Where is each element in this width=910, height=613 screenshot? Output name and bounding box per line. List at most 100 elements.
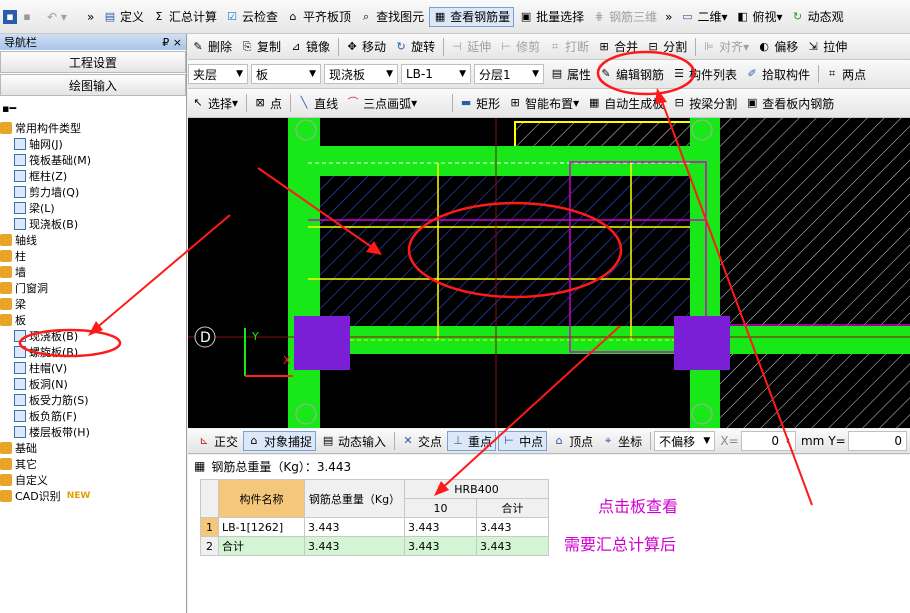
tree-folder[interactable]: 其它	[0, 456, 186, 472]
line-button[interactable]: ╲ 直线	[294, 93, 341, 113]
top-view-button[interactable]: ◧ 俯视 ▾	[733, 7, 786, 27]
rebar-3d-button[interactable]: ⋕ 钢筋三维	[589, 7, 660, 27]
edit-rebar-button[interactable]: ✎ 编辑钢筋	[596, 64, 667, 84]
undo-button[interactable]: ↶ ▾	[44, 7, 82, 27]
table-row[interactable]: 1 LB-1[1262] 3.443 3.443 3.443	[200, 517, 549, 537]
view-2d-button[interactable]: ▭ 二维 ▾	[677, 7, 730, 27]
break-button[interactable]: ⌗ 打断	[545, 37, 592, 57]
spinner-icon[interactable]: ⇕	[785, 437, 791, 445]
trim-button[interactable]: ⊢ 修剪	[496, 37, 543, 57]
flush-top-button[interactable]: ⌂ 平齐板顶	[283, 7, 354, 27]
column-right[interactable]	[674, 316, 730, 370]
tree-item[interactable]: 筏板基础(M)	[0, 152, 186, 168]
cloud-check-button[interactable]: ☑ 云检查	[222, 7, 281, 27]
coordinate-snap-button[interactable]: ⌖ 坐标	[598, 431, 645, 451]
drawing-canvas[interactable]: D Y X	[188, 118, 910, 428]
tree-item[interactable]: 剪力墙(Q)	[0, 184, 186, 200]
tree-item[interactable]: 现浇板(B)	[0, 328, 186, 344]
col-sum-header[interactable]: 合计	[476, 498, 549, 518]
category-select[interactable]: 板 ▼	[251, 64, 321, 84]
save-icon[interactable]: ▪ ▪	[0, 7, 42, 27]
tree-item[interactable]: 梁(L)	[0, 200, 186, 216]
tree-item[interactable]: 现浇板(B)	[0, 216, 186, 232]
vertex-snap-button[interactable]: ⌂ 顶点	[549, 431, 596, 451]
col-total-header[interactable]: 钢筋总重量（Kg）	[304, 479, 405, 518]
delete-button[interactable]: ✎ 删除	[188, 37, 235, 57]
tree-folder[interactable]: 自定义	[0, 472, 186, 488]
intersection-snap-button[interactable]: ✕ 交点	[398, 431, 445, 451]
type-select[interactable]: 现浇板 ▼	[324, 64, 398, 84]
find-element-button[interactable]: ⌕ 查找图元	[356, 7, 427, 27]
drawing-input-button[interactable]: 绘图输入	[0, 74, 186, 96]
align-button[interactable]: ⊫ 对齐 ▾	[699, 37, 752, 57]
tree-item[interactable]: 柱帽(V)	[0, 360, 186, 376]
define-button[interactable]: ▤ 定义	[100, 7, 147, 27]
summary-calc-button[interactable]: Σ 汇总计算	[149, 7, 220, 27]
point-button[interactable]: ⊠ 点	[250, 93, 285, 113]
tree-folder[interactable]: 基础	[0, 440, 186, 456]
tree-item[interactable]: 螺旋板(B)	[0, 344, 186, 360]
mirror-button[interactable]: ⊿ 镜像	[286, 37, 333, 57]
smart-layout-button[interactable]: ⊞ 智能布置 ▾	[505, 93, 582, 113]
ortho-button[interactable]: ⊾ 正交	[194, 431, 241, 451]
project-settings-button[interactable]: 工程设置	[0, 51, 186, 73]
properties-button[interactable]: ▤ 属性	[547, 64, 594, 84]
tree-item[interactable]: 楼层板带(H)	[0, 424, 186, 440]
view-rebar-button[interactable]: ▦ 查看钢筋量	[429, 6, 515, 27]
rectangle-button[interactable]: ▬ 矩形	[456, 93, 503, 113]
tree-item[interactable]: 板受力筋(S)	[0, 392, 186, 408]
tree-folder[interactable]: 墙	[0, 264, 186, 280]
split-by-beam-button[interactable]: ⊟ 按梁分割	[669, 93, 740, 113]
tree-item[interactable]: 轴网(J)	[0, 136, 186, 152]
component-list-button[interactable]: ☰ 构件列表	[669, 64, 740, 84]
component-select[interactable]: LB-1 ▼	[401, 64, 471, 84]
tree-folder[interactable]: 梁	[0, 296, 186, 312]
layer-select[interactable]: 夹层 ▼	[188, 64, 248, 84]
pin-close-icon[interactable]: ₽ ×	[162, 36, 182, 49]
arc-button[interactable]: ⌒ 三点画弧 ▾	[343, 93, 420, 113]
col-name-header[interactable]: 构件名称	[218, 479, 305, 518]
dynamic-view-button[interactable]: ↻ 动态观	[788, 7, 847, 27]
col-10-header[interactable]: 10	[404, 498, 477, 518]
tree-folder[interactable]: 常用构件类型	[0, 120, 186, 136]
auto-generate-slab-button[interactable]: ▦ 自动生成板	[584, 93, 667, 113]
move-button[interactable]: ✥ 移动	[342, 37, 389, 57]
rotate-button[interactable]: ↻ 旋转	[391, 37, 438, 57]
point-icon: ⊠	[255, 96, 265, 109]
beam-top[interactable]	[288, 146, 720, 176]
view-slab-rebar-button[interactable]: ▣ 查看板内钢筋	[742, 93, 837, 113]
table-row[interactable]: 2 合计 3.443 3.443 3.443	[200, 536, 549, 556]
dynamic-input-button[interactable]: ▤ 动态输入	[318, 431, 389, 451]
tree-folder[interactable]: 门窗洞	[0, 280, 186, 296]
split-button[interactable]: ⊟ 分割	[643, 37, 690, 57]
copy-button[interactable]: ⎘ 复制	[237, 37, 284, 57]
two-point-button[interactable]: ⌗ 两点	[822, 64, 869, 84]
center-snap-button[interactable]: ⊢ 中点	[498, 431, 548, 451]
tree-folder[interactable]: 柱	[0, 248, 186, 264]
more-button[interactable]: »	[84, 7, 98, 27]
tree-label: 楼层板带(H)	[29, 426, 90, 439]
tree-folder[interactable]: CAD识别 NEW	[0, 488, 186, 504]
midpoint-snap-button[interactable]: ⊥ 重点	[447, 431, 497, 451]
more-button-2[interactable]: »	[662, 7, 675, 27]
object-snap-button[interactable]: ⌂ 对象捕捉	[243, 431, 317, 451]
y-input[interactable]: 0	[847, 431, 907, 451]
pick-component-button[interactable]: ✐ 拾取构件	[742, 64, 813, 84]
sublayer-select[interactable]: 分层1 ▼	[474, 64, 544, 84]
tree-toggle-icon[interactable]: ▪━	[2, 102, 16, 115]
column-left[interactable]	[294, 316, 350, 370]
col-group-header[interactable]: HRB400	[404, 479, 549, 499]
offset-button[interactable]: ◐ 偏移	[754, 37, 801, 57]
offset-mode-select[interactable]: 不偏移 ▼	[654, 431, 716, 451]
x-input[interactable]: 0 ⇕	[740, 431, 796, 451]
merge-button[interactable]: ⊞ 合并	[594, 37, 641, 57]
select-button[interactable]: ↖ 选择 ▾	[188, 93, 241, 113]
tree-item[interactable]: 板负筋(F)	[0, 408, 186, 424]
tree-item[interactable]: 板洞(N)	[0, 376, 186, 392]
extend-button[interactable]: ⊣ 延伸	[447, 37, 494, 57]
tree-item[interactable]: 框柱(Z)	[0, 168, 186, 184]
batch-select-button[interactable]: ▣ 批量选择	[516, 7, 587, 27]
stretch-button[interactable]: ⇲ 拉伸	[803, 37, 850, 57]
tree-folder[interactable]: 轴线	[0, 232, 186, 248]
tree-folder[interactable]: 板	[0, 312, 186, 328]
